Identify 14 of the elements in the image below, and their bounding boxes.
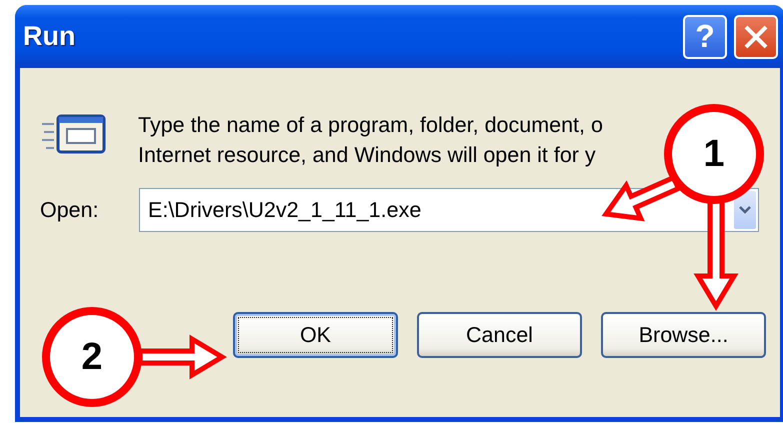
instruction-text: Internet resource, and Windows will open it for y	[138, 142, 597, 168]
close-icon	[743, 24, 769, 50]
dialog-button[interactable]: OK	[233, 312, 398, 358]
open-label: Open:	[40, 198, 100, 222]
run-program-icon	[40, 112, 108, 156]
window-title: Run	[23, 21, 76, 52]
dropdown-button[interactable]	[734, 191, 756, 229]
chevron-down-icon	[739, 206, 751, 214]
close-button[interactable]	[734, 14, 778, 58]
open-combo-field[interactable]: E:\Drivers\U2v2_1_11_1.exe	[139, 188, 759, 232]
dialog-button[interactable]: Browse...	[601, 312, 766, 358]
dialog-button[interactable]: Cancel	[417, 312, 582, 358]
instruction-text: Type the name of a program, folder, document, o	[138, 112, 603, 138]
help-button[interactable]: ?	[683, 14, 727, 58]
